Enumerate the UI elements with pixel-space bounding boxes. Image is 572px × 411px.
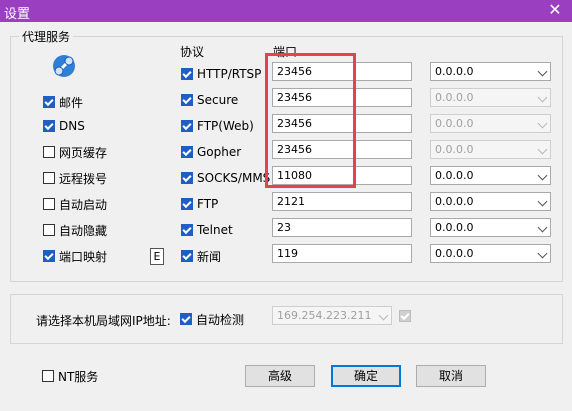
- ip-select-telnet[interactable]: 0.0.0.0: [430, 218, 551, 237]
- checkbox[interactable]: [181, 250, 193, 262]
- ip-select-socks-mms[interactable]: 0.0.0.0: [430, 166, 551, 185]
- lan-ip-confirm-checkbox: [399, 308, 415, 324]
- checkbox: [399, 310, 411, 322]
- chevron-down-icon: [537, 144, 548, 155]
- checkbox[interactable]: [43, 172, 55, 184]
- ip-select-gopher: 0.0.0.0: [430, 140, 551, 159]
- checkbox[interactable]: [180, 313, 192, 325]
- checkbox[interactable]: [181, 224, 193, 236]
- port-highlight-box: [265, 53, 356, 188]
- checkbox[interactable]: [181, 94, 193, 106]
- checkbox[interactable]: [43, 96, 55, 108]
- chevron-down-icon: [537, 92, 548, 103]
- chevron-down-icon: [378, 310, 389, 321]
- cancel-button[interactable]: 取消: [416, 365, 486, 387]
- protocol-ftp[interactable]: FTP: [181, 196, 218, 212]
- protocol-http-rtsp[interactable]: HTTP/RTSP: [181, 66, 261, 82]
- ok-button[interactable]: 确定: [331, 365, 401, 387]
- ip-select-ftp[interactable]: 0.0.0.0: [430, 192, 551, 211]
- checkbox[interactable]: [43, 120, 55, 132]
- ip-select-secure: 0.0.0.0: [430, 88, 551, 107]
- checkbox[interactable]: [42, 370, 54, 382]
- title-bar: 设置 ✕: [0, 0, 572, 22]
- ip-select-news[interactable]: 0.0.0.0: [430, 244, 551, 263]
- chevron-down-icon: [537, 196, 548, 207]
- checkbox[interactable]: [43, 146, 55, 158]
- port-input-ftp[interactable]: 2121: [272, 192, 412, 211]
- checkbox[interactable]: [43, 224, 55, 236]
- checkbox[interactable]: [181, 172, 193, 184]
- network-plug-icon: [53, 55, 75, 77]
- protocol-gopher[interactable]: Gopher: [181, 144, 241, 160]
- checkbox[interactable]: [43, 198, 55, 210]
- checkbox[interactable]: [181, 198, 193, 210]
- protocol-socks-mms[interactable]: SOCKS/MMS: [181, 170, 270, 186]
- option-auto-start[interactable]: 自动启动: [43, 196, 107, 212]
- protocol-header: 协议: [180, 45, 205, 59]
- close-icon[interactable]: ✕: [544, 0, 566, 22]
- port-mapping-edit-button[interactable]: E: [150, 248, 164, 265]
- protocol-telnet[interactable]: Telnet: [181, 222, 233, 238]
- protocol-ftp-web[interactable]: FTP(Web): [181, 118, 254, 134]
- lan-ip-select: 169.254.223.211: [272, 306, 392, 325]
- option-web-cache[interactable]: 网页缓存: [43, 144, 107, 160]
- lan-ip-label: 请选择本机局域网IP地址:: [36, 314, 171, 328]
- chevron-down-icon: [537, 248, 548, 259]
- checkbox[interactable]: [181, 146, 193, 158]
- option-auto-hide[interactable]: 自动隐藏: [43, 222, 107, 238]
- advanced-button[interactable]: 高级: [245, 365, 315, 387]
- option-mail[interactable]: 邮件: [43, 94, 83, 110]
- port-input-news[interactable]: 119: [272, 244, 412, 263]
- chevron-down-icon: [537, 66, 548, 77]
- port-input-telnet[interactable]: 23: [272, 218, 412, 237]
- checkbox[interactable]: [181, 120, 193, 132]
- window-title: 设置: [4, 7, 31, 22]
- ip-select-http-rtsp[interactable]: 0.0.0.0: [430, 62, 551, 81]
- chevron-down-icon: [537, 170, 548, 181]
- proxy-services-title: 代理服务: [19, 28, 74, 45]
- auto-detect-checkbox[interactable]: 自动检测: [180, 311, 244, 327]
- chevron-down-icon: [537, 222, 548, 233]
- option-port-mapping[interactable]: 端口映射: [43, 248, 107, 264]
- ip-select-ftp-web: 0.0.0.0: [430, 114, 551, 133]
- protocol-news[interactable]: 新闻: [181, 248, 221, 264]
- option-dns[interactable]: DNS: [43, 118, 85, 134]
- option-remote-dial[interactable]: 远程拨号: [43, 170, 107, 186]
- nt-service-checkbox[interactable]: NT服务: [42, 368, 98, 384]
- checkbox[interactable]: [181, 68, 193, 80]
- checkbox[interactable]: [43, 250, 55, 262]
- protocol-secure[interactable]: Secure: [181, 92, 238, 108]
- chevron-down-icon: [537, 118, 548, 129]
